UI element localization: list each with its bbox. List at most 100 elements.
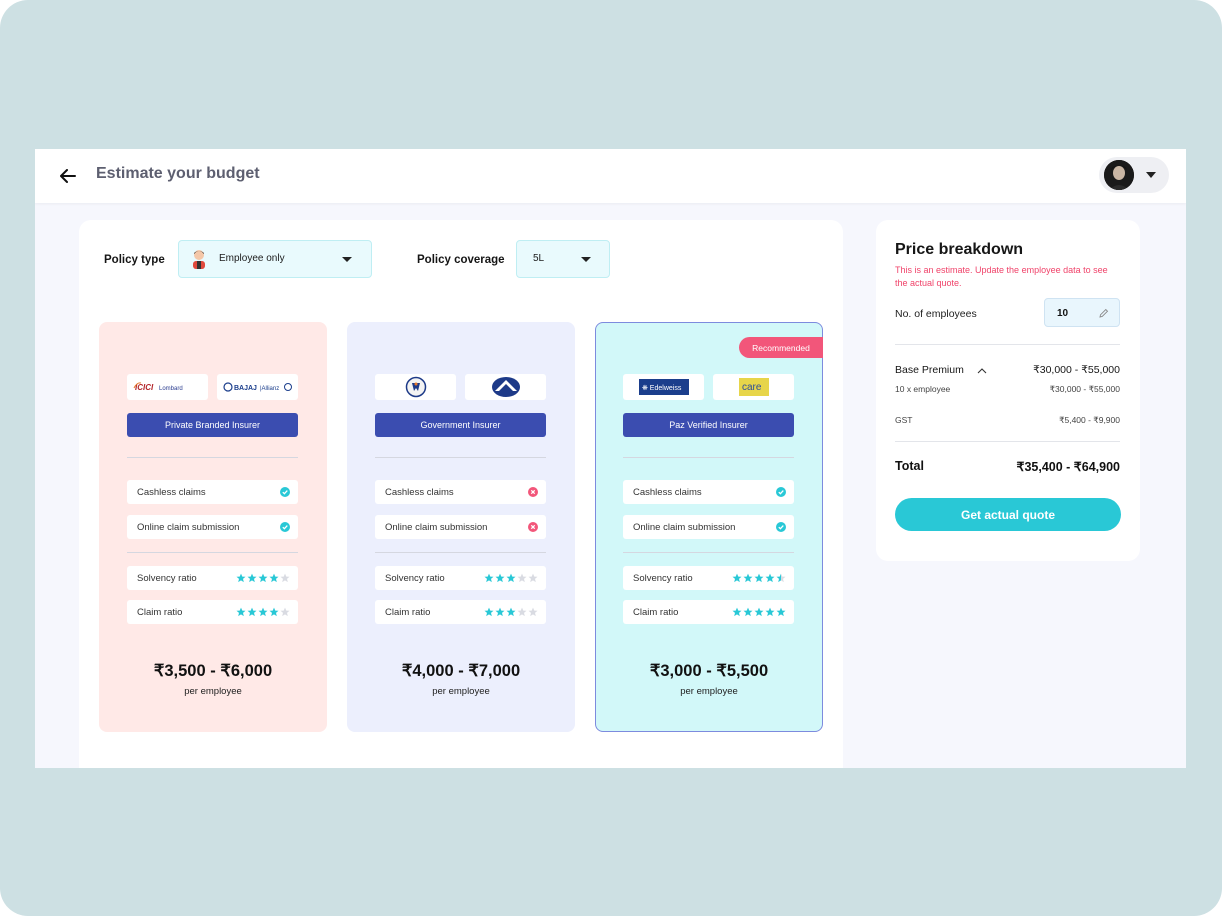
svg-text:❋ Edelweiss: ❋ Edelweiss	[642, 384, 682, 392]
feature-label: Online claim submission	[633, 522, 736, 533]
divider	[895, 441, 1120, 442]
svg-text:ICICI: ICICI	[135, 383, 154, 392]
star-icon	[506, 607, 516, 617]
star-rating	[732, 607, 786, 617]
star-icon	[528, 573, 538, 583]
rating-label: Claim ratio	[385, 607, 431, 618]
plan-price: ₹3,000 - ₹5,500	[649, 662, 769, 680]
base-premium-sub-label: 10 x employee	[895, 384, 951, 394]
plans-panel: Policy type Employee only Policy coverag…	[79, 220, 843, 768]
svg-text:|Allianz: |Allianz	[260, 386, 279, 392]
page-title: Estimate your budget	[96, 165, 260, 182]
feature-label: Cashless claims	[385, 487, 454, 498]
divider	[623, 457, 794, 458]
divider	[895, 344, 1120, 345]
plan-card-government[interactable]: Government Insurer Cashless claims Onlin…	[347, 322, 575, 732]
plan-card-private[interactable]: ICICI Lombard BAJAJ |Allianz Private Bra…	[99, 322, 327, 732]
gst-value: ₹5,400 - ₹9,900	[1059, 415, 1120, 425]
divider	[375, 552, 546, 553]
base-premium-sub-value: ₹30,000 - ₹55,000	[1049, 384, 1120, 394]
base-premium-label: Base Premium	[895, 364, 964, 376]
star-icon	[269, 573, 279, 583]
divider	[127, 552, 298, 553]
pencil-icon[interactable]	[1099, 308, 1109, 318]
total-value: ₹35,400 - ₹64,900	[1016, 460, 1120, 474]
plan-card-verified[interactable]: Recommended ❋ Edelweiss care Paz Verifie…	[595, 322, 823, 732]
edelweiss-logo: ❋ Edelweiss	[623, 374, 704, 400]
plan-price-unit: per employee	[680, 686, 738, 697]
government-insurer-logo-2	[465, 374, 546, 400]
app-window: Estimate your budget Policy type Employe…	[35, 149, 1186, 768]
star-rating	[236, 573, 290, 583]
top-bar: Estimate your budget	[35, 149, 1186, 203]
star-icon	[765, 607, 775, 617]
base-premium-value: ₹30,000 - ₹55,000	[1033, 364, 1120, 376]
total-label: Total	[895, 459, 924, 473]
insurer-type-button[interactable]: Government Insurer	[375, 413, 546, 437]
check-badge-icon	[776, 522, 786, 532]
star-icon	[236, 573, 246, 583]
get-actual-quote-button[interactable]: Get actual quote	[895, 498, 1121, 531]
rating-claim-ratio: Claim ratio	[623, 600, 794, 624]
policy-type-dropdown[interactable]: Employee only	[178, 240, 372, 278]
insurer-type-button[interactable]: Paz Verified Insurer	[623, 413, 794, 437]
divider	[127, 457, 298, 458]
svg-text:BAJAJ: BAJAJ	[234, 385, 257, 392]
svg-text:Lombard: Lombard	[159, 386, 183, 392]
star-icon	[517, 607, 527, 617]
rating-claim-ratio: Claim ratio	[127, 600, 298, 624]
star-icon	[247, 607, 257, 617]
rating-solvency-ratio: Solvency ratio	[375, 566, 546, 590]
price-breakdown-title: Price breakdown	[895, 241, 1024, 258]
star-icon	[754, 573, 764, 583]
chevron-down-icon	[342, 257, 352, 262]
icici-lombard-logo: ICICI Lombard	[127, 374, 208, 400]
plan-price: ₹3,500 - ₹6,000	[153, 662, 273, 680]
star-icon	[743, 607, 753, 617]
gst-label: GST	[895, 415, 913, 425]
bajaj-allianz-logo: BAJAJ |Allianz	[217, 374, 298, 400]
profile-menu[interactable]	[1099, 157, 1169, 193]
star-icon	[732, 573, 742, 583]
star-icon	[765, 573, 775, 583]
policy-type-label: Policy type	[104, 254, 165, 266]
star-rating	[484, 573, 538, 583]
arrow-left-icon	[60, 169, 76, 183]
insurer-type-button[interactable]: Private Branded Insurer	[127, 413, 298, 437]
rating-claim-ratio: Claim ratio	[375, 600, 546, 624]
policy-coverage-dropdown[interactable]: 5L	[516, 240, 610, 278]
feature-cashless-claims: Cashless claims	[623, 480, 794, 504]
star-icon	[484, 573, 494, 583]
employees-label: No. of employees	[895, 308, 977, 320]
star-icon	[495, 607, 505, 617]
star-icon	[280, 607, 290, 617]
check-badge-icon	[280, 522, 290, 532]
star-icon	[258, 573, 268, 583]
employees-input[interactable]: 10	[1044, 298, 1120, 327]
star-icon	[495, 573, 505, 583]
feature-label: Cashless claims	[137, 487, 206, 498]
feature-label: Online claim submission	[137, 522, 240, 533]
plan-price: ₹4,000 - ₹7,000	[401, 662, 521, 680]
base-premium-toggle[interactable]: Base Premium	[895, 364, 987, 376]
chevron-down-icon	[1146, 172, 1156, 178]
check-badge-icon	[776, 487, 786, 497]
rating-solvency-ratio: Solvency ratio	[127, 566, 298, 590]
back-button[interactable]	[57, 165, 79, 187]
star-icon	[743, 573, 753, 583]
star-rating	[484, 607, 538, 617]
plan-price-unit: per employee	[432, 686, 490, 697]
star-icon	[754, 607, 764, 617]
feature-online-claim: Online claim submission	[623, 515, 794, 539]
rating-label: Claim ratio	[137, 607, 183, 618]
star-icon	[506, 573, 516, 583]
care-logo: care	[713, 374, 794, 400]
star-rating	[236, 607, 290, 617]
feature-label: Online claim submission	[385, 522, 488, 533]
feature-online-claim: Online claim submission	[127, 515, 298, 539]
star-icon	[732, 607, 742, 617]
star-icon	[776, 607, 786, 617]
star-icon	[247, 573, 257, 583]
employee-icon	[193, 250, 205, 269]
feature-label: Cashless claims	[633, 487, 702, 498]
